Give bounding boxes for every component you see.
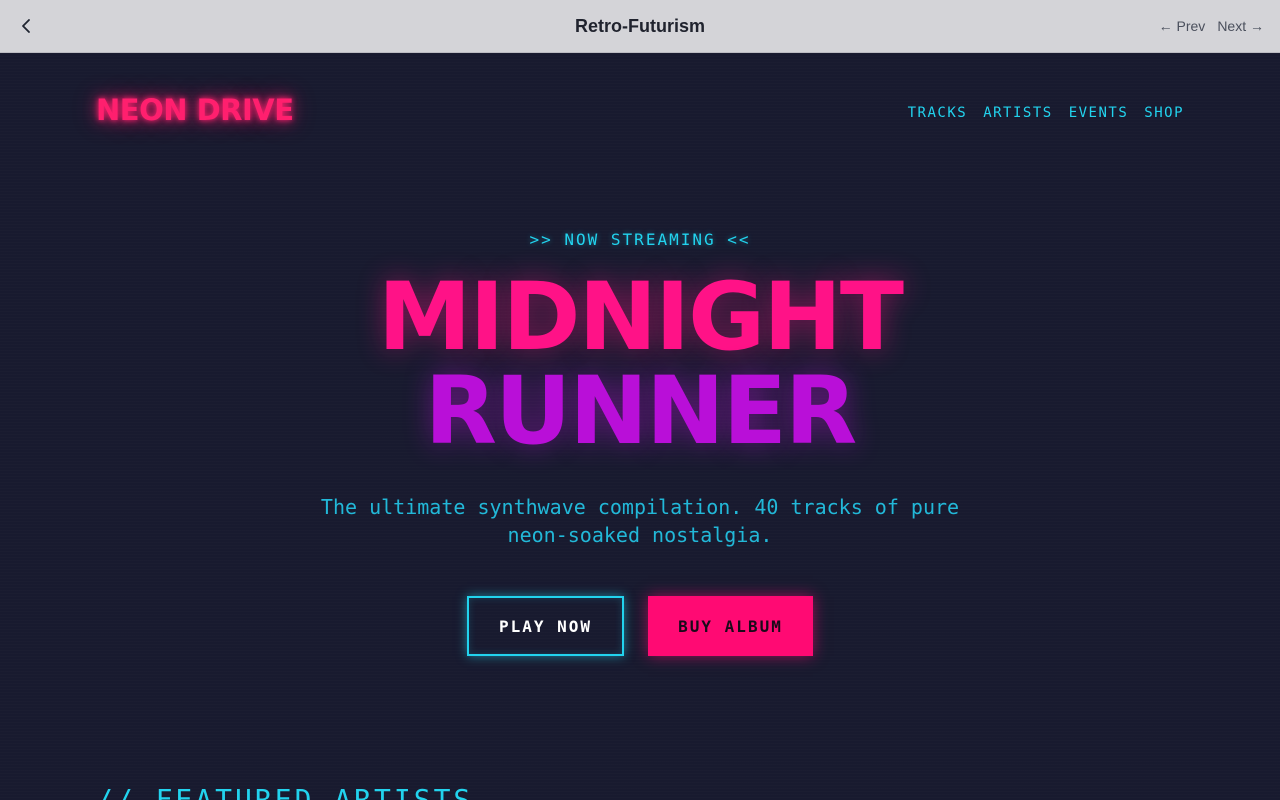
site-logo[interactable]: NEON DRIVE [96, 93, 294, 127]
nav-tracks[interactable]: TRACKS [908, 105, 968, 121]
buy-album-button[interactable]: BUY ALBUM [648, 596, 813, 656]
nav-events[interactable]: EVENTS [1069, 105, 1129, 121]
play-now-button[interactable]: PLAY NOW [467, 596, 624, 656]
nav-artists[interactable]: ARTISTS [983, 105, 1053, 121]
page-content: NEON DRIVE TRACKS ARTISTS EVENTS SHOP >>… [0, 53, 1280, 800]
site-nav: TRACKS ARTISTS EVENTS SHOP [908, 105, 1184, 121]
next-button[interactable]: Next → [1217, 18, 1264, 34]
hero-title: MIDNIGHT RUNNER [0, 271, 1280, 459]
prev-button[interactable]: ← Prev [1159, 18, 1206, 34]
window-titlebar: Retro-Futurism ← Prev Next → [0, 0, 1280, 53]
hero-eyebrow: >> NOW STREAMING << [529, 230, 751, 249]
nav-shop[interactable]: SHOP [1144, 105, 1184, 121]
featured-artists-heading: // FEATURED ARTISTS [96, 783, 474, 800]
pager: ← Prev Next → [1159, 0, 1264, 52]
hero-subtitle: The ultimate synthwave compilation. 40 t… [320, 495, 960, 547]
window-title: Retro-Futurism [575, 16, 705, 36]
hero-title-line-1: MIDNIGHT [377, 263, 904, 372]
hero-title-line-2: RUNNER [424, 357, 858, 466]
